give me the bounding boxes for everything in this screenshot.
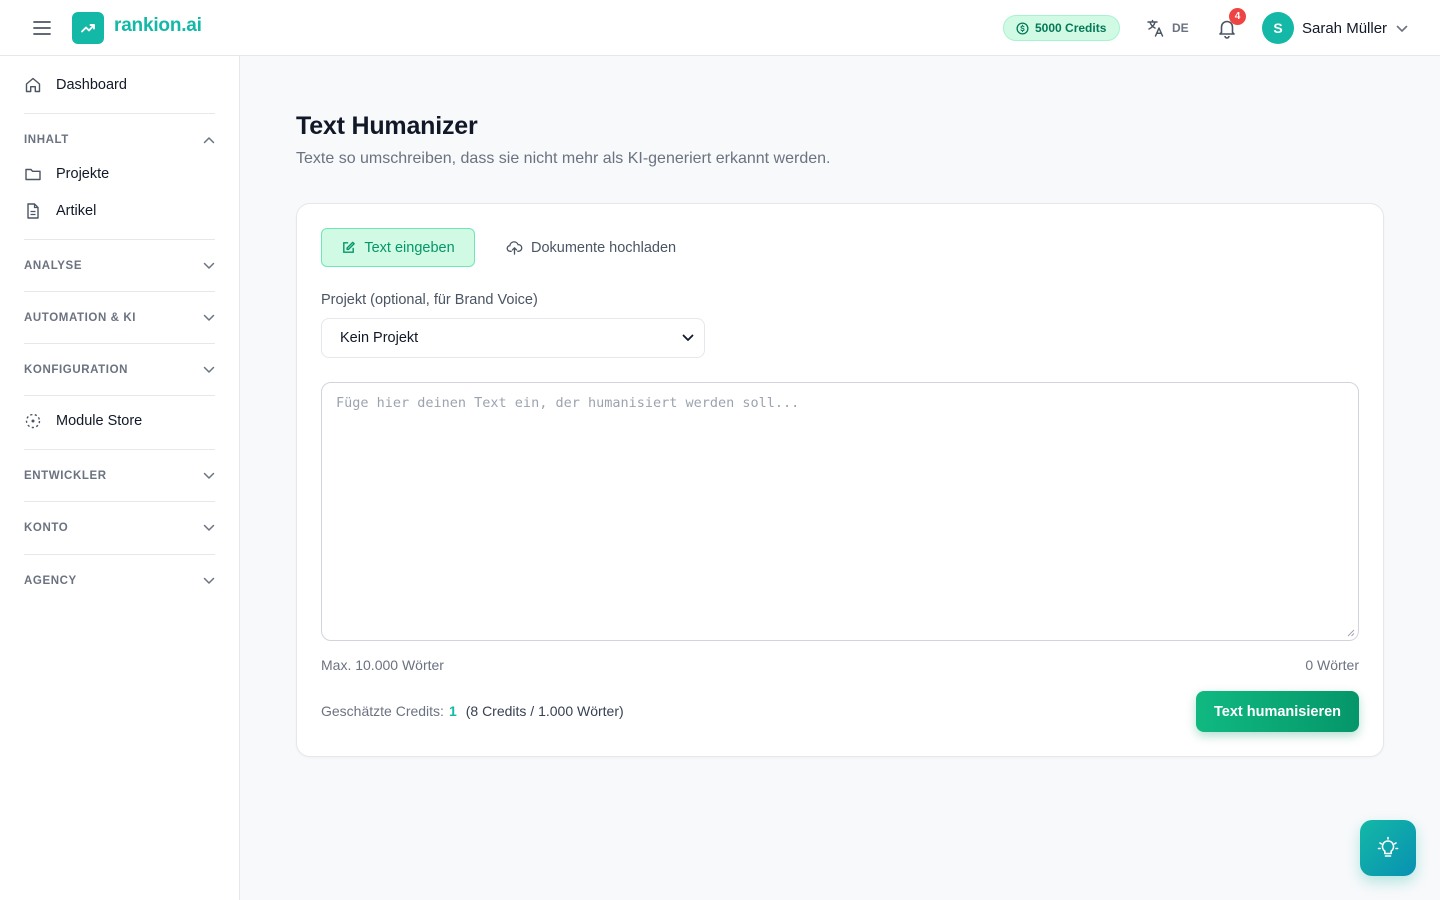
section-entwickler[interactable]: ENTWICKLER bbox=[24, 470, 215, 482]
language-switcher[interactable]: DE bbox=[1146, 18, 1189, 38]
section-analyse[interactable]: ANALYSE bbox=[24, 260, 215, 272]
project-select-value: Kein Projekt bbox=[340, 330, 419, 346]
credits-badge[interactable]: 5000 Credits bbox=[1003, 15, 1121, 41]
section-agency[interactable]: AGENCY bbox=[24, 575, 215, 587]
divider bbox=[24, 395, 215, 396]
section-label: ANALYSE bbox=[24, 260, 83, 272]
sidebar: Dashboard INHALT Projekte Artikel ANALYS… bbox=[0, 56, 240, 900]
divider bbox=[24, 343, 215, 344]
divider bbox=[24, 554, 215, 555]
sidebar-item-projekte[interactable]: Projekte bbox=[24, 165, 109, 183]
chevron-down-icon bbox=[203, 577, 215, 584]
chevron-down-icon bbox=[203, 524, 215, 531]
project-field-label: Projekt (optional, für Brand Voice) bbox=[321, 292, 538, 308]
notification-count-badge: 4 bbox=[1229, 8, 1246, 25]
credit-estimate-label: Geschätzte Credits: bbox=[321, 703, 444, 719]
credit-estimate: Geschätzte Credits: 1 (8 Credits / 1.000… bbox=[321, 703, 624, 719]
word-count: 0 Wörter bbox=[1305, 657, 1359, 673]
sidebar-item-dashboard[interactable]: Dashboard bbox=[24, 76, 127, 94]
section-label: AGENCY bbox=[24, 575, 77, 587]
project-select[interactable]: Kein Projekt bbox=[321, 318, 705, 358]
tab-document-upload[interactable]: Dokumente hochladen bbox=[506, 228, 676, 267]
section-konfiguration[interactable]: KONFIGURATION bbox=[24, 364, 215, 376]
credit-estimate-value: 1 bbox=[448, 703, 457, 719]
user-name: Sarah Müller bbox=[1302, 19, 1388, 37]
resize-handle-icon[interactable] bbox=[1347, 629, 1355, 637]
folder-icon bbox=[25, 168, 41, 181]
section-konto[interactable]: KONTO bbox=[24, 522, 215, 534]
divider bbox=[24, 501, 215, 502]
sidebar-item-module-store[interactable]: Module Store bbox=[24, 412, 142, 430]
section-inhalt[interactable]: INHALT bbox=[24, 134, 215, 146]
top-bar: rankion.ai 5000 Credits DE 4 S Sarah Mül… bbox=[0, 0, 1440, 56]
module-icon bbox=[25, 413, 41, 429]
divider bbox=[24, 239, 215, 240]
chevron-down-icon bbox=[682, 334, 694, 341]
chevron-down-icon bbox=[203, 262, 215, 269]
credit-rate: (8 Credits / 1.000 Wörter) bbox=[465, 703, 624, 719]
lightbulb-icon[interactable] bbox=[1360, 820, 1416, 876]
divider bbox=[24, 291, 215, 292]
section-label: KONTO bbox=[24, 522, 69, 534]
chevron-down-icon bbox=[1396, 25, 1408, 32]
home-icon bbox=[25, 77, 41, 93]
section-label: AUTOMATION & KI bbox=[24, 312, 137, 324]
divider bbox=[24, 449, 215, 450]
page-title: Text Humanizer bbox=[296, 112, 478, 140]
divider bbox=[24, 113, 215, 114]
sidebar-item-artikel[interactable]: Artikel bbox=[24, 202, 96, 220]
user-menu[interactable]: S Sarah Müller bbox=[1262, 12, 1408, 44]
logo-icon[interactable] bbox=[72, 12, 104, 44]
section-automation[interactable]: AUTOMATION & KI bbox=[24, 312, 215, 324]
tab-label: Dokumente hochladen bbox=[531, 239, 677, 256]
credits-label: 5000 Credits bbox=[1035, 21, 1107, 35]
text-input-area[interactable]: Füge hier deinen Text ein, der humanisie… bbox=[321, 382, 1359, 641]
chevron-down-icon bbox=[203, 314, 215, 321]
coin-icon bbox=[1016, 21, 1029, 35]
section-label: INHALT bbox=[24, 134, 69, 146]
chevron-up-icon bbox=[203, 137, 215, 144]
language-label: DE bbox=[1172, 21, 1189, 35]
chevron-down-icon bbox=[203, 472, 215, 479]
edit-icon bbox=[343, 241, 356, 253]
humanize-button[interactable]: Text humanisieren bbox=[1196, 691, 1359, 732]
avatar: S bbox=[1262, 12, 1294, 44]
max-words-hint: Max. 10.000 Wörter bbox=[321, 657, 444, 673]
page-subtitle: Texte so umschreiben, dass sie nicht meh… bbox=[296, 150, 831, 167]
sidebar-item-label: Projekte bbox=[56, 166, 110, 182]
cloud-upload-icon bbox=[506, 241, 523, 255]
chevron-down-icon bbox=[203, 366, 215, 373]
tab-label: Text eingeben bbox=[364, 239, 455, 256]
document-icon bbox=[27, 203, 39, 219]
sidebar-item-label: Artikel bbox=[56, 203, 97, 219]
section-label: ENTWICKLER bbox=[24, 470, 107, 482]
tab-text-input[interactable]: Text eingeben bbox=[321, 228, 475, 267]
menu-icon[interactable] bbox=[30, 16, 54, 40]
sidebar-item-label: Dashboard bbox=[56, 77, 127, 93]
humanizer-card: Text eingeben Dokumente hochladen Projek… bbox=[296, 203, 1384, 757]
sidebar-item-label: Module Store bbox=[56, 413, 143, 429]
section-label: KONFIGURATION bbox=[24, 364, 129, 376]
brand-name[interactable]: rankion.ai bbox=[114, 15, 202, 37]
translate-icon bbox=[1147, 19, 1164, 37]
textarea-placeholder: Füge hier deinen Text ein, der humanisie… bbox=[336, 395, 800, 411]
